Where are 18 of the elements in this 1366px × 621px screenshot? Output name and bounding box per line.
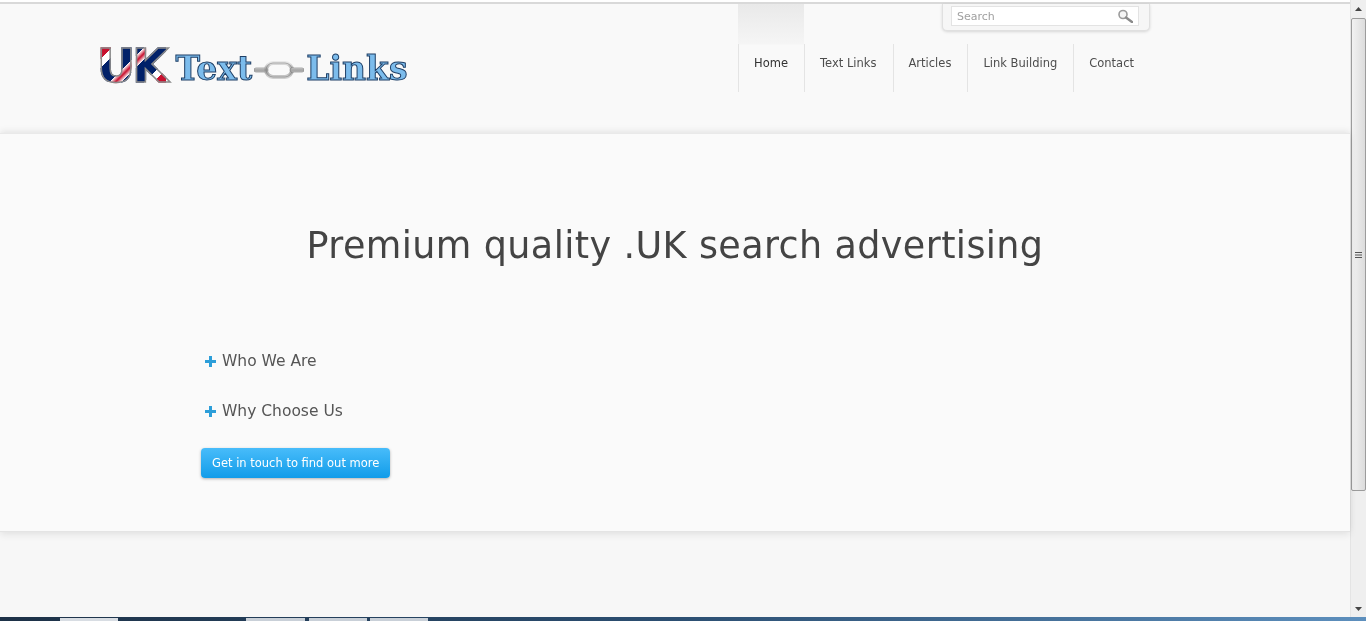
grip-icon <box>1355 251 1362 258</box>
chain-icon <box>254 61 305 79</box>
down-arrow-icon <box>1355 606 1362 611</box>
search-field[interactable]: Search <box>951 6 1139 26</box>
nav-link[interactable]: Articles <box>892 44 968 92</box>
nav-link[interactable]: Text Links <box>804 44 893 92</box>
scrollbar-track[interactable] <box>1350 0 1366 617</box>
nav-link[interactable]: Home <box>738 4 805 92</box>
section-toggle[interactable]: Who We Are <box>201 349 317 373</box>
scroll-thumb[interactable] <box>1351 18 1366 491</box>
hero-headline: Premium quality .UK search advertising <box>305 223 1045 269</box>
nav-link[interactable]: Link Building <box>967 44 1074 92</box>
search-icon[interactable] <box>1117 9 1133 23</box>
logo-word: Links <box>306 48 408 90</box>
section-toggle[interactable]: Why Choose Us <box>201 399 343 423</box>
logo-word: Text <box>175 48 253 90</box>
nav-link[interactable]: Contact <box>1073 44 1150 92</box>
up-arrow-icon <box>1355 6 1362 11</box>
